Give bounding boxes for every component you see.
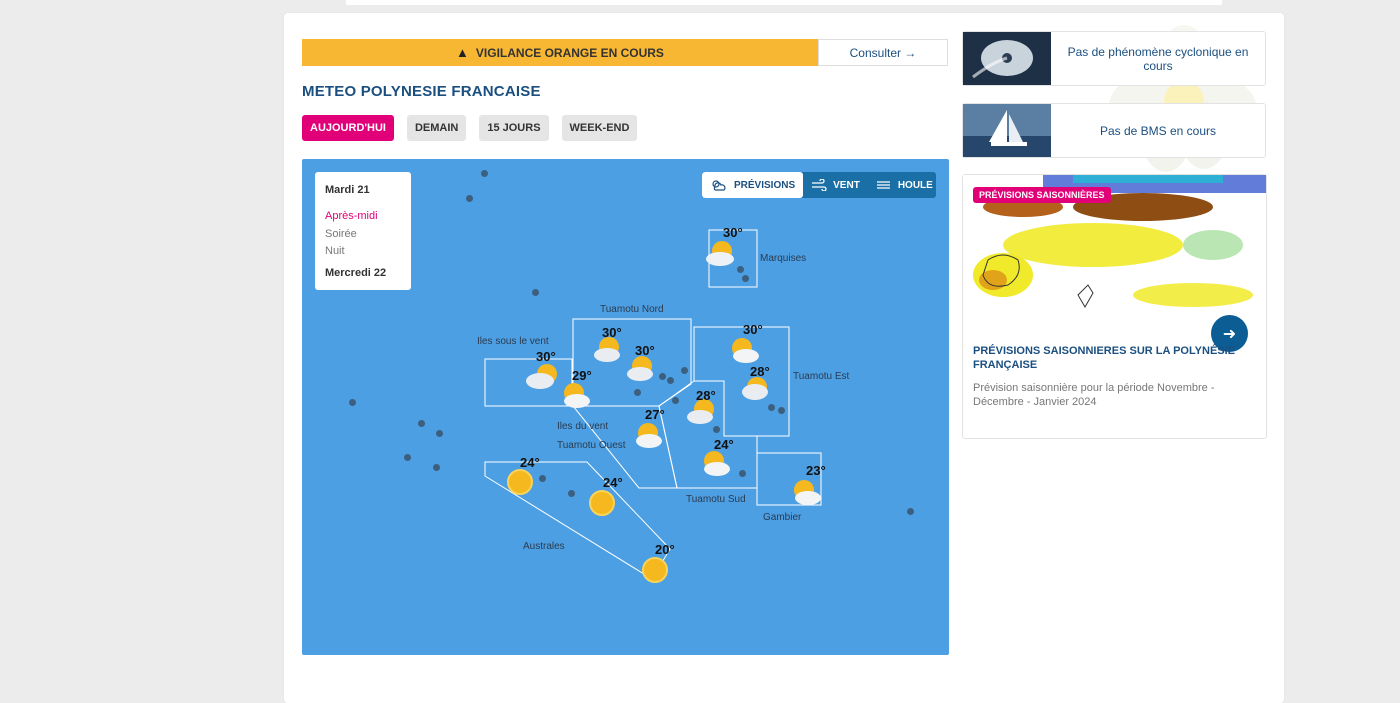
- toggle-previsions-label: PRÉVISIONS: [734, 179, 796, 191]
- alert-banner: ▲ VIGILANCE ORANGE EN COURS: [302, 39, 818, 66]
- partly-cloudy-icon: [706, 241, 734, 266]
- sun-cloud-icon: [712, 180, 726, 191]
- bms-card[interactable]: Pas de BMS en cours: [962, 103, 1266, 158]
- cyclone-satellite-image: [963, 32, 1051, 85]
- partly-cloudy-icon: [794, 480, 821, 505]
- sun-icon: [507, 469, 533, 495]
- temp-tuamotu-est-1: 30°: [743, 322, 763, 337]
- warning-icon: ▲: [456, 45, 469, 60]
- tab-demain[interactable]: DEMAIN: [406, 115, 467, 141]
- page-title: METEO POLYNESIE FRANCAISE: [302, 83, 541, 100]
- temp-gambier: 23°: [806, 463, 826, 478]
- arrow-right-icon: ➜: [1222, 325, 1237, 343]
- temp-tuamotu-ouest: 27°: [645, 407, 665, 422]
- sun-icon: [589, 490, 615, 516]
- seasonal-badge: PRÉVISIONS SAISONNIÈRES: [973, 187, 1111, 203]
- seasonal-description: Prévision saisonnière pour la période No…: [973, 382, 1215, 408]
- day-selector: Mardi 21 Après-midi Soirée Nuit Mercredi…: [315, 172, 411, 290]
- rain-sun-icon: [627, 356, 653, 381]
- partly-cloudy-icon: [704, 451, 730, 476]
- day-label-mardi[interactable]: Mardi 21: [325, 184, 370, 196]
- tab-aujourdhui[interactable]: AUJOURD'HUI: [302, 115, 394, 141]
- partly-cloudy-icon: [636, 423, 662, 448]
- temp-isv: 30°: [536, 349, 556, 364]
- tab-15-jours[interactable]: 15 JOURS: [479, 115, 549, 141]
- view-toggle: PRÉVISIONS VENT HOULE: [702, 172, 936, 198]
- temp-idv: 29°: [572, 368, 592, 383]
- temp-marquises: 30°: [723, 225, 743, 240]
- vigilance-alert: ▲ VIGILANCE ORANGE EN COURS Consulter →: [302, 39, 948, 66]
- period-apres-midi[interactable]: Après-midi: [325, 210, 378, 222]
- sailboat-image: [963, 104, 1051, 157]
- arrow-right-icon: →: [904, 45, 917, 60]
- wind-icon: [812, 179, 827, 191]
- rain-cloud-icon: [742, 377, 768, 400]
- seasonal-title[interactable]: PRÉVISIONS SAISONNIERES SUR LA POLYNÉSIE…: [973, 344, 1243, 372]
- temp-tuamotu-centre: 28°: [696, 388, 716, 403]
- bms-status-text: Pas de BMS en cours: [1099, 123, 1217, 138]
- toggle-houle[interactable]: HOULE: [868, 172, 936, 198]
- partly-cloudy-icon: [732, 338, 759, 363]
- cyclone-status-text: Pas de phénomène cyclonique en cours: [1067, 44, 1249, 73]
- temp-tuamotu-sud: 24°: [714, 437, 734, 452]
- forecast-map[interactable]: Marquises Tuamotu Nord Iles sous le vent…: [302, 159, 949, 655]
- temp-australes-2: 24°: [603, 475, 623, 490]
- tab-week-end[interactable]: WEEK-END: [561, 115, 638, 141]
- toggle-previsions[interactable]: PRÉVISIONS: [702, 172, 804, 198]
- period-soiree[interactable]: Soirée: [325, 228, 357, 240]
- rain-sun-icon: [594, 337, 620, 362]
- rain-cloud-icon: [526, 364, 557, 389]
- day-tabs: AUJOURD'HUI DEMAIN 15 JOURS WEEK-END: [302, 115, 650, 141]
- sun-icon: [642, 557, 668, 583]
- temp-tuamotu-nord-1: 30°: [602, 325, 622, 340]
- top-bar: [346, 0, 1222, 5]
- toggle-vent-label: VENT: [833, 179, 860, 191]
- temp-tuamotu-est-2: 28°: [750, 364, 770, 379]
- toggle-vent[interactable]: VENT: [803, 172, 868, 198]
- temp-australes-1: 24°: [520, 455, 540, 470]
- period-nuit[interactable]: Nuit: [325, 245, 345, 257]
- day-label-mercredi[interactable]: Mercredi 22: [325, 267, 386, 279]
- alert-text: VIGILANCE ORANGE EN COURS: [475, 45, 664, 60]
- seasonal-card[interactable]: PRÉVISIONS SAISONNIÈRES ➜ PRÉVISIONS SAI…: [962, 174, 1267, 439]
- consulter-label: Consulter: [849, 45, 901, 60]
- waves-icon: [876, 181, 890, 189]
- temp-australes-3: 20°: [655, 542, 675, 557]
- partly-cloudy-icon: [564, 383, 590, 408]
- consulter-button[interactable]: Consulter →: [818, 39, 948, 66]
- toggle-houle-label: HOULE: [897, 179, 933, 191]
- temp-tuamotu-nord-2: 30°: [635, 343, 655, 358]
- cyclone-card[interactable]: Pas de phénomène cyclonique en cours: [962, 31, 1266, 86]
